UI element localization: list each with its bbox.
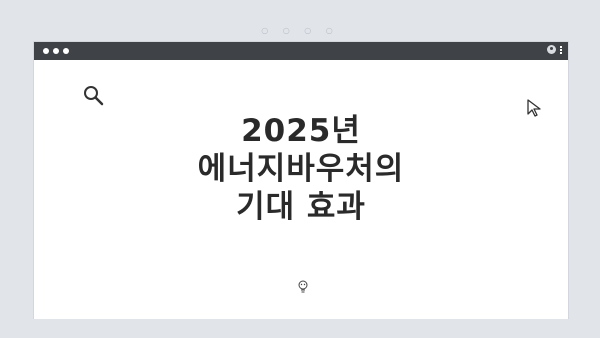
screen: ○ ○ ○ ○ 2025년 에너지바우처의 기대 효과 — [0, 0, 600, 338]
close-window-button[interactable] — [43, 48, 49, 54]
titlebar-actions — [547, 45, 562, 54]
slide-title-line-1: 2025년 — [241, 113, 361, 149]
slide-content: 2025년 에너지바우처의 기대 효과 — [34, 60, 568, 319]
slide-title: 2025년 에너지바우처의 기대 효과 — [34, 112, 568, 226]
slide-title-line-3: 기대 효과 — [236, 189, 366, 225]
window-titlebar — [34, 42, 568, 60]
page-indicator-dots: ○ ○ ○ ○ — [261, 26, 339, 35]
window-controls — [43, 48, 69, 54]
lightbulb-icon — [298, 280, 308, 293]
user-avatar-icon[interactable] — [547, 45, 556, 54]
slide-title-line-2: 에너지바우처의 — [197, 151, 405, 187]
search-icon — [84, 86, 104, 106]
maximize-window-button[interactable] — [63, 48, 69, 54]
kebab-menu-icon[interactable] — [560, 45, 562, 54]
minimize-window-button[interactable] — [53, 48, 59, 54]
browser-window: 2025년 에너지바우처의 기대 효과 — [33, 41, 569, 319]
